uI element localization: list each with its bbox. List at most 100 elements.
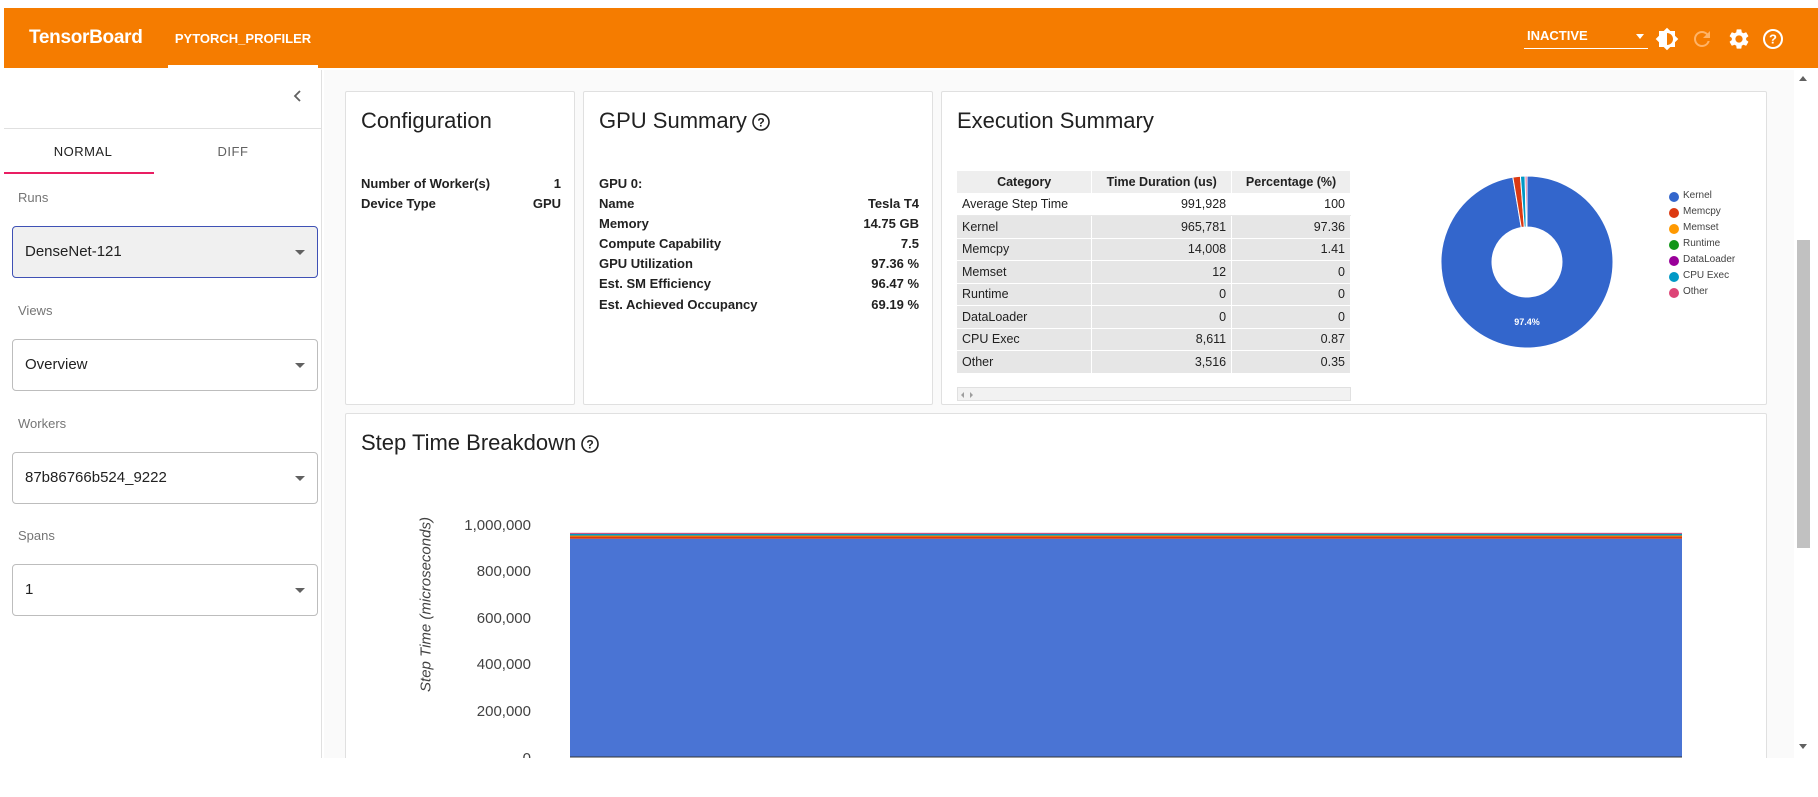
svg-text:?: ? [587,438,594,452]
gpu-value: 97.36 % [871,256,919,271]
gpu-index-label: GPU 0: [599,176,643,191]
table-cell: Memcpy [957,238,1093,261]
gpu-key: Memory [599,216,649,231]
table-cell: Other [957,350,1093,374]
pie-legend: Kernel Memcpy Memset Runtime DataLoader … [1669,190,1759,300]
step-time-area-chart [570,532,1682,758]
table-cell: 12 [1091,260,1233,284]
legend-swatch [1669,256,1679,266]
gpu-label: GPU 0: [599,176,919,194]
y-tick-label: 600,000 [476,610,531,627]
table-cell: 0 [1231,283,1351,306]
chevron-down-icon [295,476,305,481]
table-row[interactable]: DataLoader 0 0 [957,305,1351,329]
legend-swatch [1669,272,1679,282]
table-cell: DataLoader [957,305,1093,329]
card-title: Configuration [361,108,492,133]
legend-swatch [1669,208,1679,218]
gpu-key: Name [599,196,635,211]
plugin-status-select[interactable]: INACTIVE [1524,25,1648,49]
gpu-row: Name Tesla T4 [599,196,919,214]
table-cell: 965,781 [1091,215,1233,239]
table-row[interactable]: Average Step Time 991,928 100 [957,193,1351,216]
status-select-value: INACTIVE [1527,28,1588,43]
legend-swatch [1669,192,1679,202]
config-value: GPU [532,196,561,211]
chevron-down-icon [295,588,305,593]
table-row[interactable]: CPU Exec 8,611 0.87 [957,328,1351,351]
column-header-duration[interactable]: Time Duration (us) [1091,171,1233,193]
card-title: Execution Summary [957,108,1154,133]
runs-select[interactable]: DenseNet-121 [12,226,318,278]
table-cell: Kernel [957,215,1093,239]
table-row[interactable]: Other 3,516 0.35 [957,350,1351,374]
theme-toggle-icon[interactable] [1655,27,1679,51]
table-cell: 0.87 [1231,328,1351,351]
column-header-category[interactable]: Category [957,171,1093,193]
spans-select-value: 1 [25,581,34,598]
reload-icon[interactable] [1690,27,1714,51]
config-row: Device Type GPU [361,196,561,214]
table-row[interactable]: Memcpy 14,008 1.41 [957,238,1351,261]
chevron-left-icon[interactable] [288,86,308,106]
config-key: Device Type [361,196,436,211]
help-circle-icon[interactable]: ? [580,434,600,454]
gpu-row: Est. Achieved Occupancy 69.19 % [599,297,919,315]
gpu-value: 96.47 % [871,276,919,291]
tab-pytorch-profiler[interactable]: PYTORCH_PROFILER [168,8,318,68]
gpu-value: 14.75 GB [863,216,919,231]
views-label: Views [18,303,53,318]
scrollbar-thumb[interactable] [1797,240,1810,548]
execution-pie-chart: 97.4% [1440,175,1614,349]
spans-select[interactable]: 1 [12,564,318,616]
table-row[interactable]: Runtime 0 0 [957,283,1351,306]
table-cell: Runtime [957,283,1093,306]
y-axis-label: Step Time (microseconds) [417,517,435,692]
table-row[interactable]: Memset 12 0 [957,260,1351,284]
help-icon[interactable]: ? [1761,27,1785,51]
table-cell: 0 [1231,305,1351,329]
area-series-other[interactable] [570,532,1682,534]
area-series-cpu-exec[interactable] [570,533,1682,536]
gpu-row: Memory 14.75 GB [599,216,919,234]
gpu-key: Compute Capability [599,236,722,251]
scroll-up-icon[interactable] [1799,76,1807,81]
gpu-row: Est. SM Efficiency 96.47 % [599,276,919,294]
legend-label: Kernel [1683,190,1712,201]
scroll-down-icon[interactable] [1799,744,1807,749]
gpu-key: Est. Achieved Occupancy [599,297,758,312]
runs-label: Runs [18,190,49,205]
chevron-down-icon [295,363,305,368]
area-series-memset[interactable] [570,535,1682,537]
scroll-arrows-icon[interactable] [958,389,988,401]
gpu-key: Est. SM Efficiency [599,276,711,291]
app-brand[interactable]: TensorBoard [29,27,143,49]
table-cell: 14,008 [1091,238,1233,261]
workers-select[interactable]: 87b86766b524_9222 [12,452,318,504]
help-circle-icon[interactable]: ? [751,112,771,132]
column-header-percentage[interactable]: Percentage (%) [1231,171,1351,193]
legend-swatch [1669,288,1679,298]
y-tick-label: 200,000 [476,703,531,720]
divider [4,128,322,129]
table-cell: Memset [957,260,1093,284]
table-cell: 100 [1231,193,1351,216]
legend-label: DataLoader [1683,254,1736,265]
tab-normal[interactable]: NORMAL [8,144,158,159]
workers-label: Workers [18,416,67,431]
step-time-breakdown-card: Step Time Breakdown? Step Time (microsec… [345,413,1767,758]
area-series-kernel[interactable] [570,538,1682,757]
table-cell: 0 [1231,260,1351,284]
legend-label: Memset [1683,222,1719,233]
table-cell: 97.36 [1231,215,1351,239]
legend-swatch [1669,240,1679,250]
tab-diff[interactable]: DIFF [158,144,308,159]
config-row: Number of Worker(s) 1 [361,176,561,194]
views-select[interactable]: Overview [12,339,318,391]
table-horizontal-scrollbar[interactable] [957,387,1351,401]
tensorboard-window: TensorBoard PYTORCH_PROFILER INACTIVE ? … [0,0,1818,797]
table-cell: CPU Exec [957,328,1093,351]
legend-label: CPU Exec [1683,270,1730,281]
table-row[interactable]: Kernel 965,781 97.36 [957,215,1351,239]
settings-gear-icon[interactable] [1727,27,1751,51]
